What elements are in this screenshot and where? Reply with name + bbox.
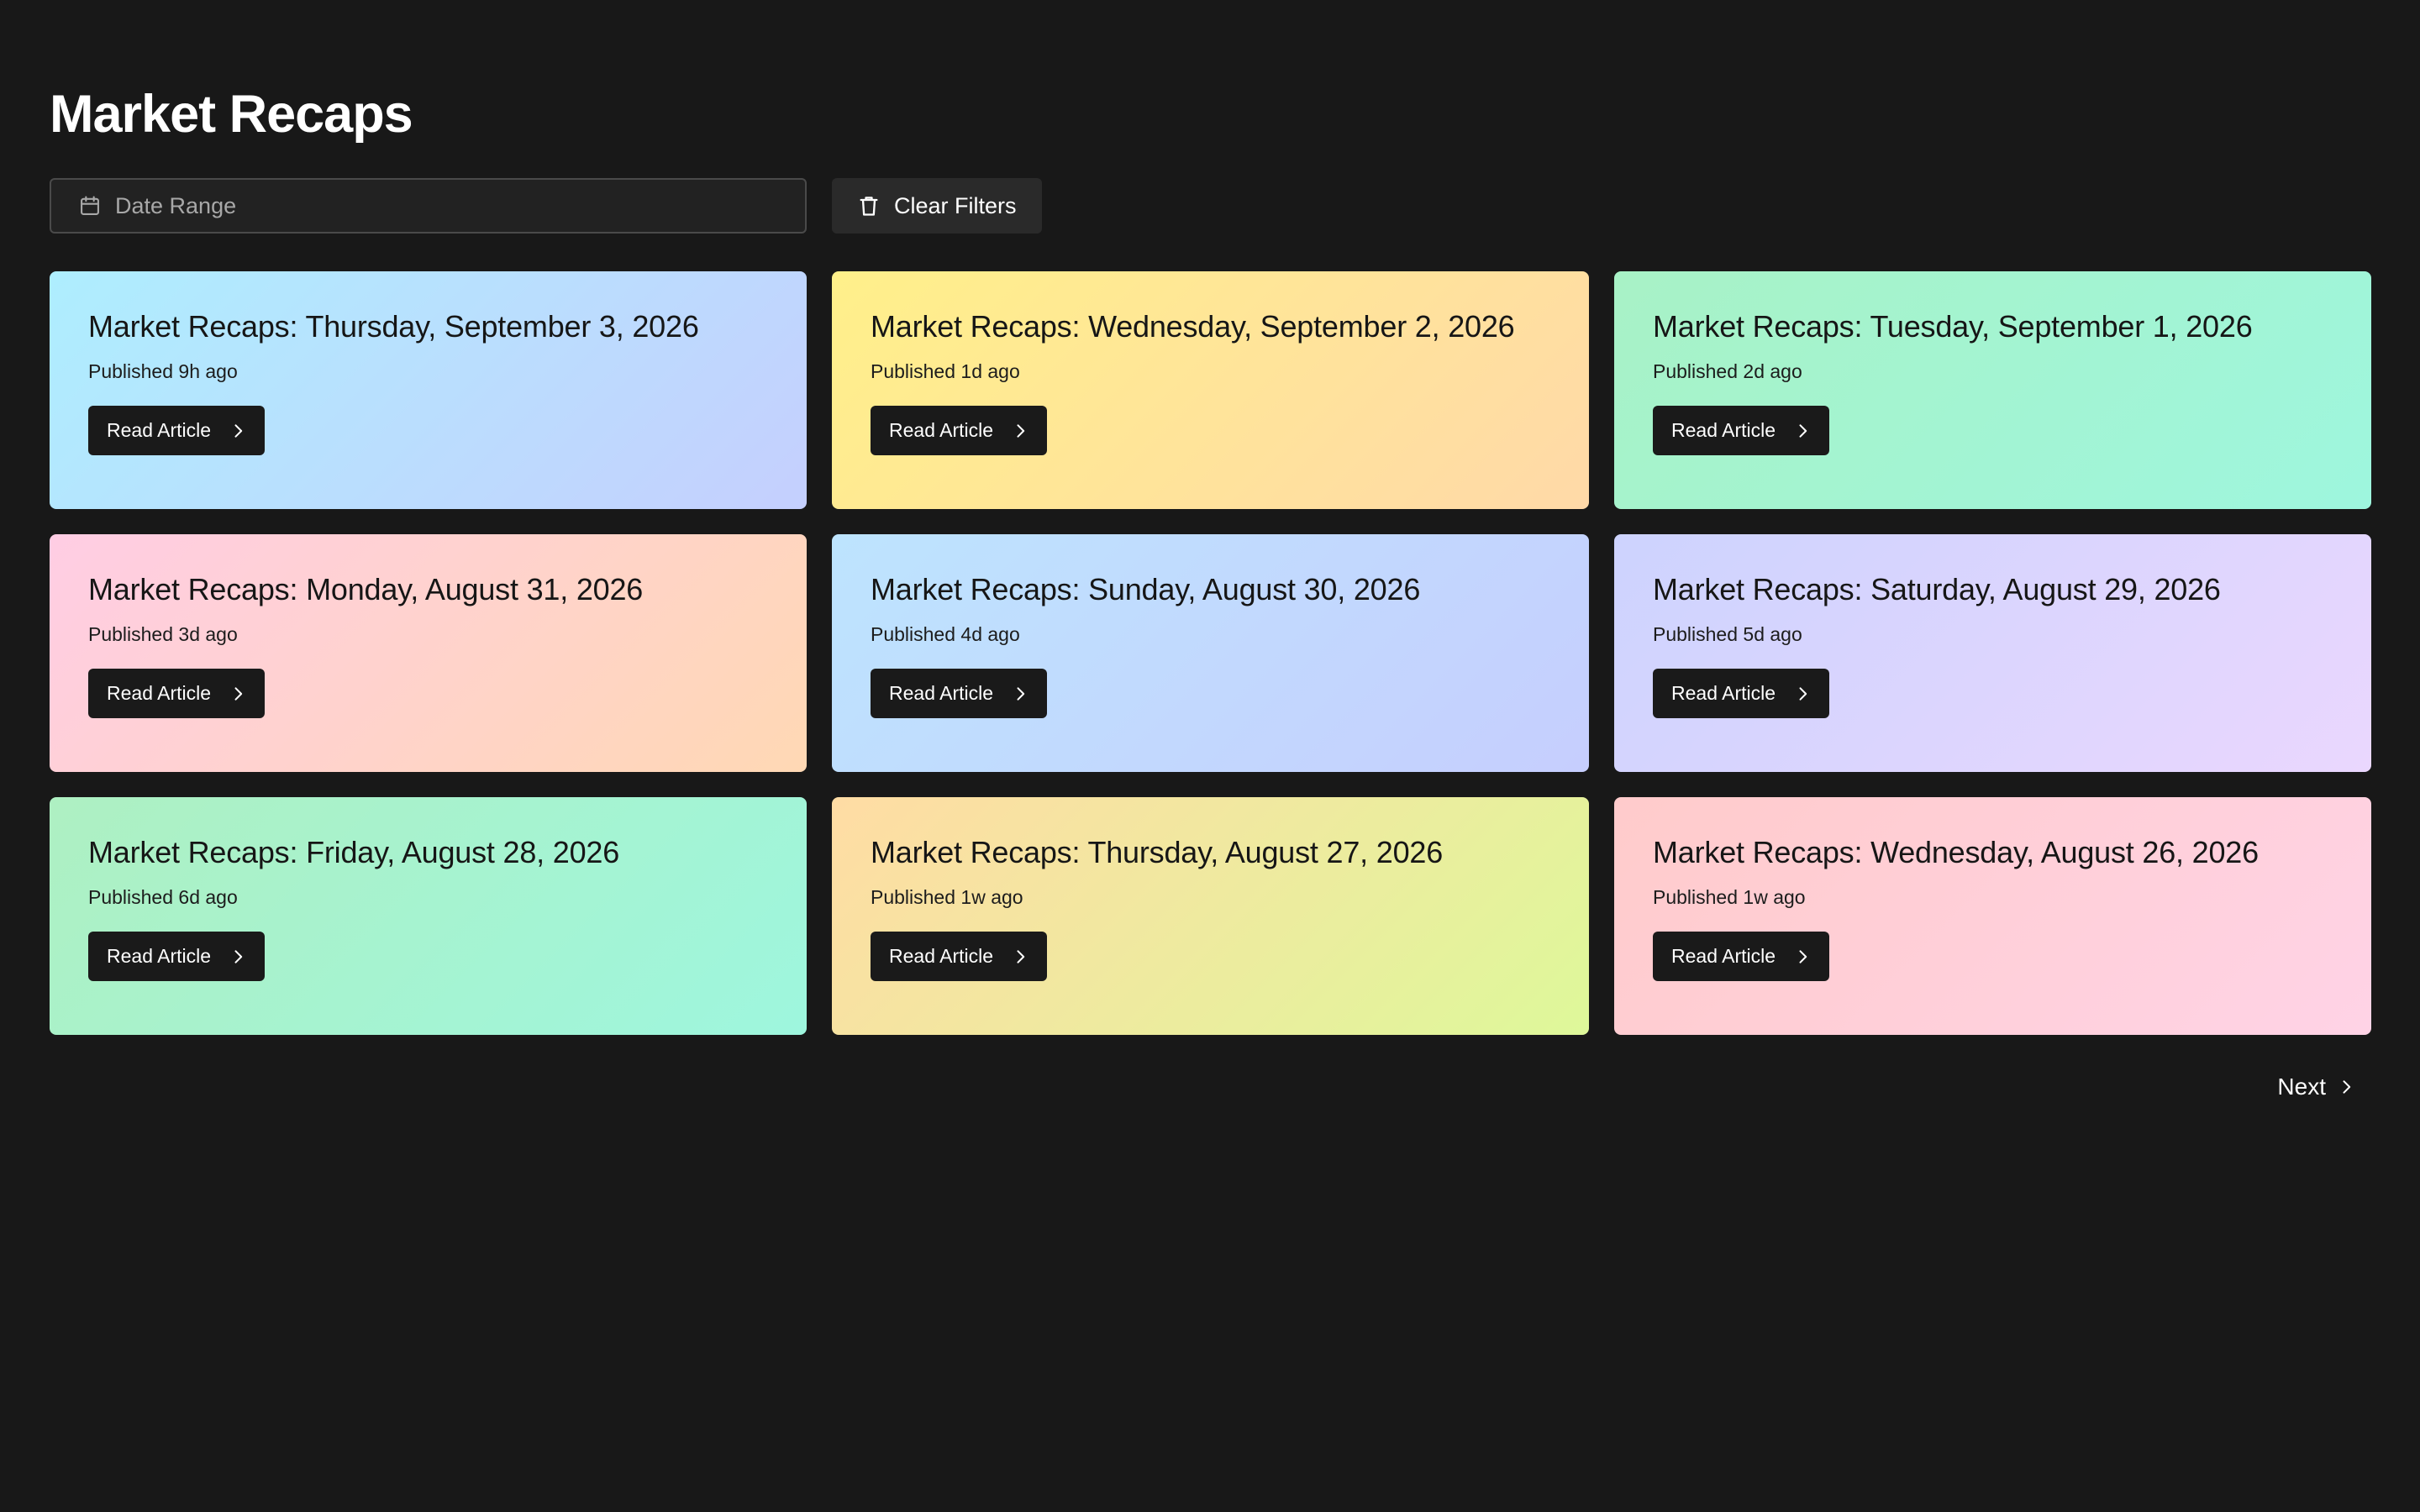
read-article-button[interactable]: Read Article	[871, 406, 1048, 455]
read-article-button[interactable]: Read Article	[1653, 932, 1830, 981]
card-title: Market Recaps: Thursday, September 3, 20…	[88, 309, 699, 344]
page-title: Market Recaps	[50, 85, 413, 144]
card-title: Market Recaps: Thursday, August 27, 2026	[871, 835, 1444, 869]
read-article-button[interactable]: Read Article	[88, 932, 266, 981]
read-article-button[interactable]: Read Article	[871, 932, 1048, 981]
card-title: Market Recaps: Saturday, August 29, 2026	[1653, 572, 2221, 606]
chevron-right-icon	[229, 685, 246, 702]
card-title: Market Recaps: Sunday, August 30, 2026	[871, 572, 1421, 606]
card-title: Market Recaps: Tuesday, September 1, 202…	[1653, 309, 2253, 344]
published-time: Published 2d ago	[1653, 360, 1802, 382]
card-title: Market Recaps: Friday, August 28, 2026	[88, 835, 620, 869]
published-time: Published 9h ago	[88, 360, 238, 382]
read-article-button[interactable]: Read Article	[1653, 406, 1830, 455]
published-time: Published 1d ago	[871, 360, 1020, 382]
recap-card: Market Recaps: Saturday, August 29, 2026…	[1614, 534, 2371, 772]
trash-icon	[857, 194, 881, 218]
chevron-right-icon	[1794, 948, 1811, 965]
chevron-right-icon	[1794, 423, 1811, 439]
published-time: Published 1w ago	[871, 886, 1023, 908]
read-article-button[interactable]: Read Article	[871, 669, 1048, 718]
read-article-label: Read Article	[107, 945, 212, 967]
read-article-label: Read Article	[1671, 682, 1776, 704]
card-title: Market Recaps: Monday, August 31, 2026	[88, 572, 644, 606]
clear-filters-button[interactable]: Clear Filters	[832, 178, 1042, 234]
recap-card: Market Recaps: Tuesday, September 1, 202…	[1614, 271, 2371, 509]
chevron-right-icon	[229, 948, 246, 965]
card-title: Market Recaps: Wednesday, September 2, 2…	[871, 309, 1515, 344]
published-time: Published 3d ago	[88, 623, 238, 645]
recap-card: Market Recaps: Thursday, September 3, 20…	[50, 271, 807, 509]
read-article-label: Read Article	[107, 682, 212, 704]
read-article-label: Read Article	[889, 419, 994, 441]
read-article-button[interactable]: Read Article	[88, 669, 266, 718]
chevron-right-icon	[2338, 1079, 2354, 1095]
read-article-button[interactable]: Read Article	[88, 406, 266, 455]
read-article-label: Read Article	[1671, 419, 1776, 441]
published-time: Published 5d ago	[1653, 623, 1802, 645]
chevron-right-icon	[229, 423, 246, 439]
published-time: Published 4d ago	[871, 623, 1020, 645]
read-article-label: Read Article	[107, 419, 212, 441]
date-range-input[interactable]	[115, 192, 754, 219]
recap-card: Market Recaps: Friday, August 28, 2026 Pu…	[50, 797, 807, 1035]
recap-card: Market Recaps: Wednesday, August 26, 202…	[1614, 797, 2371, 1035]
market-recaps-page: Market Recaps Clear Filter	[0, 0, 2420, 1512]
read-article-label: Read Article	[889, 945, 994, 967]
recap-card: Market Recaps: Monday, August 31, 2026 Pu…	[50, 534, 807, 772]
date-range-field[interactable]	[50, 178, 807, 234]
recap-card: Market Recaps: Wednesday, September 2, 2…	[832, 271, 1589, 509]
calendar-icon	[78, 194, 102, 218]
chevron-right-icon	[1794, 685, 1811, 702]
next-label: Next	[2277, 1074, 2326, 1100]
clear-filters-label: Clear Filters	[894, 192, 1017, 218]
published-time: Published 6d ago	[88, 886, 238, 908]
recap-card: Market Recaps: Sunday, August 30, 2026 Pu…	[832, 534, 1589, 772]
read-article-label: Read Article	[889, 682, 994, 704]
chevron-right-icon	[1012, 948, 1028, 965]
recap-card: Market Recaps: Thursday, August 27, 2026…	[832, 797, 1589, 1035]
chevron-right-icon	[1012, 423, 1028, 439]
filters-bar: Clear Filters	[50, 178, 1042, 234]
read-article-button[interactable]: Read Article	[1653, 669, 1830, 718]
chevron-right-icon	[1012, 685, 1028, 702]
recap-card-grid: Market Recaps: Thursday, September 3, 20…	[50, 271, 2371, 1035]
published-time: Published 1w ago	[1653, 886, 1806, 908]
read-article-label: Read Article	[1671, 945, 1776, 967]
card-title: Market Recaps: Wednesday, August 26, 202…	[1653, 835, 2259, 869]
next-page-button[interactable]: Next	[2277, 1067, 2354, 1107]
